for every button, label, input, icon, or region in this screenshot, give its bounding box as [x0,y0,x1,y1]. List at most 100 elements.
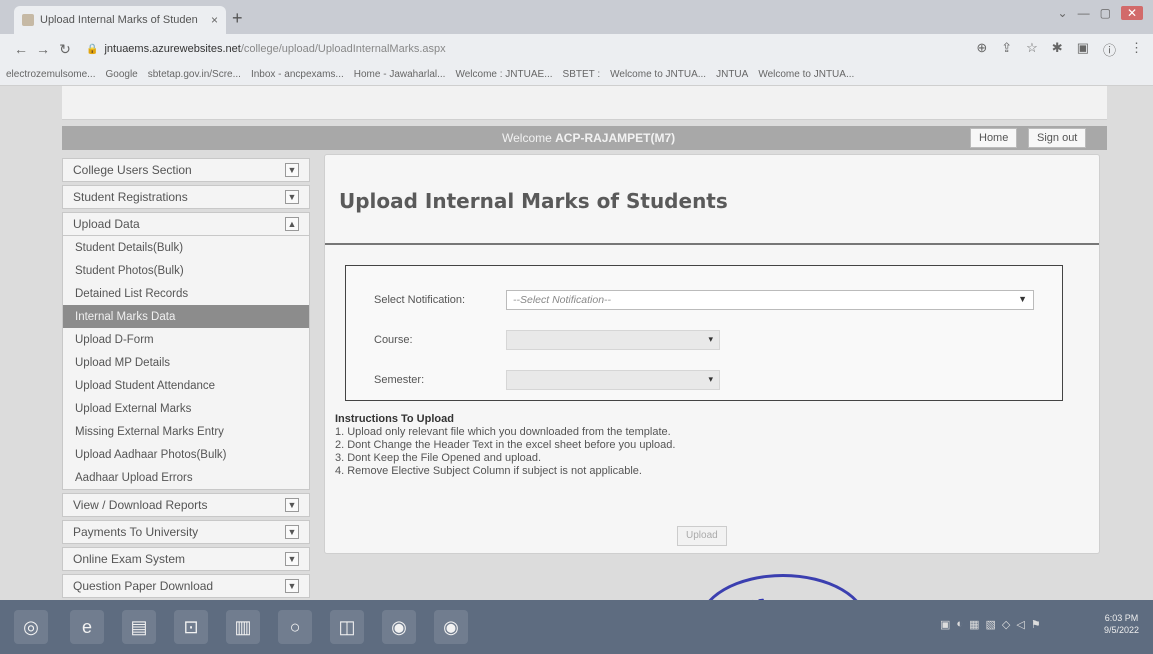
sidebar-item-student-details[interactable]: Student Details(Bulk) [63,236,309,259]
minimize-icon[interactable]: — [1078,6,1090,20]
app-icon[interactable]: ▥ [226,610,260,644]
bookmark[interactable]: Home - Jawaharlal... [354,69,446,80]
chevron-down-icon[interactable]: ▼ [285,552,299,566]
explorer-icon[interactable]: ▤ [122,610,156,644]
flag-icon[interactable]: ⚑ [1031,618,1041,631]
notification-select[interactable]: --Select Notification-- ▼ [506,290,1034,310]
app-icon[interactable]: ○ [278,610,312,644]
sidebar-item-student-photos[interactable]: Student Photos(Bulk) [63,259,309,282]
tray-icon[interactable]: ◇ [1002,618,1010,631]
sidebar-item-detained-list[interactable]: Detained List Records [63,282,309,305]
clock-date: 9/5/2022 [1104,625,1140,635]
profile-icon[interactable]: ⓘ [1103,40,1116,59]
upload-button[interactable]: Upload [677,526,727,546]
instructions: Instructions To Upload 1. Upload only re… [335,413,675,478]
bookmark[interactable]: sbtetap.gov.in/Scre... [148,69,241,80]
sidebar-item-external-marks[interactable]: Upload External Marks [63,397,309,420]
bookmark[interactable]: Google [105,69,137,80]
course-select[interactable]: ▾ [506,330,720,350]
app-icon[interactable]: ⊡ [174,610,208,644]
clock-time: 6:03 PM [1104,613,1139,623]
tray-icon[interactable]: ▦ [969,618,979,631]
sidebar-item-aadhaar-photos[interactable]: Upload Aadhaar Photos(Bulk) [63,443,309,466]
sidebar-item-student-attendance[interactable]: Upload Student Attendance [63,374,309,397]
favicon-icon [22,14,34,26]
chevron-down-icon[interactable]: ▼ [285,190,299,204]
browser-toolbar-icons: ⊕ ⇪ ☆ ✱ ▣ ⓘ ⋮ [976,40,1143,59]
chevron-down-icon[interactable]: ▼ [285,163,299,177]
dropdown-arrow-icon: ▾ [708,334,713,344]
bookmark[interactable]: Welcome to JNTUA... [758,69,854,80]
maximize-icon[interactable]: ▢ [1100,6,1111,20]
sidebar-item-internal-marks[interactable]: Internal Marks Data [63,305,309,328]
os-taskbar: ◎ e ▤ ⊡ ▥ ○ ◫ ◉ ◉ ▣ ◐ ▦ ▧ ◇ ◁ ⚑ 6:03 PM … [0,600,1153,654]
course-label: Course: [374,334,413,346]
sidepanel-icon[interactable]: ▣ [1077,40,1089,59]
star-icon[interactable]: ☆ [1026,40,1038,59]
volume-icon[interactable]: ◁ [1016,618,1024,631]
tray-icon[interactable]: ◐ [956,618,963,631]
sidebar-section-online-exam[interactable]: Online Exam System ▼ [62,547,310,571]
sidebar-section-payments[interactable]: Payments To University ▼ [62,520,310,544]
sidebar: College Users Section ▼ Student Registra… [62,158,310,601]
semester-label: Semester: [374,374,425,386]
bookmark[interactable]: Welcome to JNTUA... [610,69,706,80]
zoom-icon[interactable]: ⊕ [976,40,987,59]
sidebar-item-upload-mp-details[interactable]: Upload MP Details [63,351,309,374]
sidebar-section-student-registrations[interactable]: Student Registrations ▼ [62,185,310,209]
chevron-down-icon[interactable]: ⌄ [1058,6,1068,20]
chevron-up-icon[interactable]: ▲ [285,217,299,231]
sidebar-section-college-users[interactable]: College Users Section ▼ [62,158,310,182]
tab-close-icon[interactable]: × [211,13,218,27]
home-button[interactable]: Home [970,128,1018,148]
chevron-down-icon[interactable]: ▼ [285,525,299,539]
semester-select[interactable]: ▾ [506,370,720,390]
tab-title: Upload Internal Marks of Studen [40,14,198,26]
bookmark[interactable]: SBTET : [563,69,601,80]
bookmark[interactable]: Inbox - ancpexams... [251,69,344,80]
dropdown-arrow-icon: ▾ [708,374,713,384]
app-icon[interactable]: ◫ [330,610,364,644]
menu-icon[interactable]: ⋮ [1130,40,1143,59]
sidebar-section-label: Question Paper Download [73,579,214,593]
page-content: Welcome ACP-RAJAMPET(M7) Home Sign out C… [0,86,1153,600]
chevron-down-icon[interactable]: ▼ [285,498,299,512]
forward-icon[interactable]: → [32,41,54,57]
url-field[interactable]: 🔒 jntuaems.azurewebsites.net /college/up… [86,38,966,60]
close-window-icon[interactable]: ✕ [1120,6,1143,20]
reload-icon[interactable]: ↻ [54,41,76,58]
start-icon[interactable]: ◎ [14,610,48,644]
clock[interactable]: 6:03 PM 9/5/2022 [1104,612,1139,636]
window-controls: ⌄ — ▢ ✕ [1058,6,1143,20]
sidebar-section-reports[interactable]: View / Download Reports ▼ [62,493,310,517]
welcome-user: ACP-RAJAMPET(M7) [555,131,676,145]
sidebar-item-upload-d-form[interactable]: Upload D-Form [63,328,309,351]
sidebar-item-aadhaar-errors[interactable]: Aadhaar Upload Errors [63,466,309,489]
chevron-down-icon[interactable]: ▼ [285,579,299,593]
sign-out-button[interactable]: Sign out [1028,128,1087,148]
instruction-item: 1. Upload only relevant file which you d… [335,426,671,438]
bookmarks-bar: electrozemulsome... Google sbtetap.gov.i… [0,64,1153,86]
tray-icon[interactable]: ▧ [985,618,995,631]
share-icon[interactable]: ⇪ [1001,40,1012,59]
new-tab-button[interactable]: + [232,8,243,29]
sidebar-item-missing-external-marks[interactable]: Missing External Marks Entry [63,420,309,443]
sidebar-section-upload-data[interactable]: Upload Data ▲ [62,212,310,236]
chrome-icon[interactable]: ◉ [382,610,416,644]
tray-icon[interactable]: ▣ [940,618,950,631]
ie-icon[interactable]: e [70,610,104,644]
sidebar-section-question-paper[interactable]: Question Paper Download ▼ [62,574,310,598]
chrome-icon[interactable]: ◉ [434,610,468,644]
bookmark[interactable]: electrozemulsome... [6,69,95,80]
notification-label: Select Notification: [374,294,466,306]
page-title: Upload Internal Marks of Students [339,189,728,213]
browser-tab[interactable]: Upload Internal Marks of Studen × [14,6,226,34]
system-tray: ▣ ◐ ▦ ▧ ◇ ◁ ⚑ [940,618,1041,631]
url-host: jntuaems.azurewebsites.net [104,43,241,55]
bookmark[interactable]: JNTUA [716,69,748,80]
lock-icon: 🔒 [86,43,99,55]
sidebar-section-label: View / Download Reports [73,498,208,512]
bookmark[interactable]: Welcome : JNTUAE... [455,69,552,80]
extensions-icon[interactable]: ✱ [1052,40,1063,59]
back-icon[interactable]: ← [10,41,32,57]
